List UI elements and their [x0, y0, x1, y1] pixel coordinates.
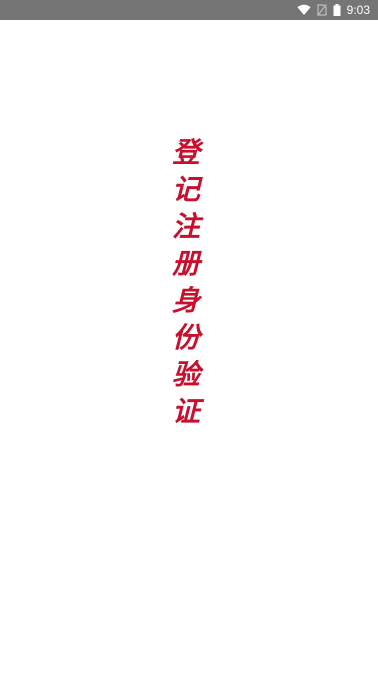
title-char: 注 — [171, 210, 200, 243]
splash-title: 登 记 注 册 身 份 验 证 — [168, 134, 204, 430]
title-char: 记 — [171, 173, 200, 206]
splash-screen: 登 记 注 册 身 份 验 证 — [0, 20, 378, 673]
title-char: 份 — [171, 321, 200, 354]
no-sim-icon — [316, 4, 327, 16]
title-char: 验 — [171, 358, 200, 391]
title-char: 册 — [171, 247, 200, 280]
title-char: 登 — [171, 136, 200, 169]
status-bar: 9:03 — [0, 0, 378, 20]
status-time: 9:03 — [346, 3, 370, 17]
title-char: 证 — [171, 395, 200, 428]
wifi-icon — [297, 4, 311, 16]
battery-icon — [333, 4, 341, 16]
title-char: 身 — [171, 284, 200, 317]
